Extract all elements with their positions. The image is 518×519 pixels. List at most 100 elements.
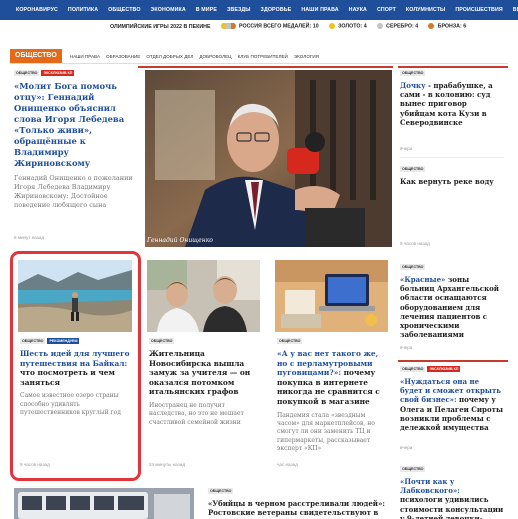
shopping-article-time: час назад	[277, 462, 298, 467]
olympics-bar[interactable]: ОЛИМПИЙСКИЕ ИГРЫ 2022 В ПЕКИНЕ РОССИЯ ВС…	[0, 20, 518, 33]
section-subnav-item[interactable]: ЭКОЛОГИЯ	[294, 54, 319, 59]
novosib-article-lead: Иностранец не получит наследства, но это…	[149, 401, 244, 426]
medals-gold: ЗОЛОТО: 4	[328, 23, 367, 30]
onishchenko-photo-image	[145, 70, 392, 247]
section-divider	[10, 63, 508, 64]
bronze-label: БРОНЗА:	[437, 23, 462, 30]
article-r1[interactable]: ОБЩЕСТВО Дочку - прабабушке, а сами - в …	[400, 70, 504, 158]
section-subnav-item[interactable]: ОБРАЗОВАНИЕ	[106, 54, 140, 59]
top-nav-item[interactable]: ЭКОНОМИКА	[151, 7, 186, 13]
shopping-photo-image	[275, 260, 388, 332]
silver-label: СЕРЕБРО:	[386, 23, 414, 30]
bronze-medal-icon	[230, 23, 236, 30]
top-nav: КОРОНАВИРУС ПОЛИТИКА ОБЩЕСТВО ЭКОНОМИКА В МИ…	[0, 0, 518, 20]
bus-photo-image	[14, 488, 194, 519]
r4-accent-line	[398, 360, 508, 362]
article-r5-title-highlight[interactable]: «Почти как у Лабковского»:	[400, 477, 460, 495]
section-subnav-item[interactable]: ДОБРОВОЛЕЦ	[199, 54, 231, 59]
highlight-frame	[10, 251, 141, 481]
total-count: 10	[312, 23, 319, 30]
tag-society[interactable]: ОБЩЕСТВО	[277, 338, 303, 344]
bronze-count: 6	[463, 23, 467, 30]
medals-bronze: БРОНЗА: 6	[428, 23, 467, 30]
top-nav-item[interactable]: ЗДОРОВЬЕ	[261, 7, 292, 13]
article-r4[interactable]: ОБЩЕСТВО ЭКСКЛЮЗИВ КП «Нуждаться она не …	[400, 366, 504, 456]
article-r5[interactable]: ОБЩЕСТВО «Почти как у Лабковского»: псих…	[400, 466, 504, 519]
medals-total: РОССИЯ ВСЕГО МЕДАЛЕЙ: 10	[220, 23, 319, 30]
shopping-photo[interactable]	[275, 260, 388, 332]
tag-society[interactable]: ОБЩЕСТВО	[149, 338, 175, 344]
article-r2[interactable]: ОБЩЕСТВО Как вернуть реке воду 9 часов н…	[400, 166, 504, 252]
shopping-article[interactable]: ОБЩЕСТВО «А у вас нет такого же, но с пе…	[277, 338, 388, 473]
top-nav-item[interactable]: ВЫБО	[513, 7, 518, 13]
silver-dot-icon	[376, 23, 383, 30]
silver-medal-icon	[225, 23, 231, 30]
article-r4-time: вчера	[400, 445, 413, 450]
gold-label: ЗОЛОТО:	[338, 23, 363, 30]
article-r3[interactable]: ОБЩЕСТВО «Красные» зоны больниц Архангел…	[400, 264, 504, 356]
top-nav-item[interactable]: ПРОИСШЕСТВИЯ	[455, 7, 502, 13]
section-subnav-item[interactable]: НАШИ ПРАВА	[70, 54, 100, 59]
novosib-photo[interactable]	[147, 260, 260, 332]
tag-society[interactable]: ОБЩЕСТВО	[400, 466, 426, 472]
shopping-article-lead: Пандемия стала «звездным часом» для марк…	[277, 411, 375, 453]
top-nav-item[interactable]: КОЛУМНИСТЫ	[406, 7, 445, 13]
gold-count: 4	[363, 23, 367, 30]
novosib-photo-image	[147, 260, 260, 332]
bus-photo[interactable]	[14, 488, 194, 519]
article-r2-title[interactable]: Как вернуть реке воду	[400, 177, 504, 186]
section-badge[interactable]: ОБЩЕСТВО	[10, 49, 62, 63]
section-nav: ОБЩЕСТВО НАШИ ПРАВА ОБРАЗОВАНИЕ ОТДЕЛ ДОБР…	[10, 49, 508, 63]
section-subnav: НАШИ ПРАВА ОБРАЗОВАНИЕ ОТДЕЛ ДОБРЫХ ДЕЛ ДОБ…	[62, 54, 319, 59]
novosib-article-title[interactable]: Жительница Новосибирска вышла замуж за у…	[149, 349, 260, 397]
tag-society[interactable]: ОБЩЕСТВО	[400, 264, 426, 270]
bottom-mid-article[interactable]: ОБЩЕСТВО «Убийцы в черном расстреливали …	[208, 488, 390, 519]
main-article-photo[interactable]: Геннадий Онищенко	[145, 70, 392, 247]
article-r3-title-rest[interactable]: зоны больниц Архангельской области оснащ…	[400, 275, 499, 339]
section-accent-line	[138, 66, 393, 68]
main-article-time: 6 минут назад	[14, 235, 45, 240]
article-r3-title[interactable]: «Красные» зоны больниц Архангельской обл…	[400, 275, 504, 339]
olympics-title[interactable]: ОЛИМПИЙСКИЕ ИГРЫ 2022 В ПЕКИНЕ	[110, 24, 211, 30]
top-nav-item[interactable]: В МИРЕ	[196, 7, 217, 13]
article-r5-title-rest[interactable]: психологи удивились стоимости консультац…	[400, 495, 503, 519]
section-subnav-item[interactable]: КЛУБ ПОТРЕБИТЕЛЕЙ	[238, 54, 288, 59]
tag-society[interactable]: ОБЩЕСТВО	[400, 70, 426, 76]
top-nav-item[interactable]: НАШИ ПРАВА	[301, 7, 338, 13]
section-subnav-item[interactable]: ОТДЕЛ ДОБРЫХ ДЕЛ	[146, 54, 193, 59]
section-accent-line-right	[398, 66, 508, 68]
tag-society[interactable]: ОБЩЕСТВО	[208, 488, 234, 494]
tag-exclusive[interactable]: ЭКСКЛЮЗИВ КП	[427, 366, 461, 372]
novosib-article[interactable]: ОБЩЕСТВО Жительница Новосибирска вышла з…	[149, 338, 260, 473]
article-r2-time: 9 часов назад	[400, 241, 430, 246]
silver-count: 4	[415, 23, 419, 30]
medals-silver: СЕРЕБРО: 4	[376, 23, 419, 30]
article-r3-title-highlight[interactable]: «Красные»	[400, 275, 445, 284]
top-nav-item[interactable]: КОРОНАВИРУС	[16, 7, 58, 13]
top-nav-item[interactable]: СПОРТ	[377, 7, 396, 13]
tag-exclusive[interactable]: ЭКСКЛЮЗИВ КП	[41, 70, 75, 76]
total-label: РОССИЯ ВСЕГО МЕДАЛЕЙ:	[239, 23, 312, 30]
article-r4-title[interactable]: «Нуждаться она не будет и сможет открыть…	[400, 377, 504, 432]
top-nav-item[interactable]: НАУКА	[349, 7, 367, 13]
article-r1-title[interactable]: Дочку - прабабушке, а сами - в колонию: …	[400, 81, 504, 127]
main-article-lead: Геннадий Онищенко о пожелании Игоря Лебе…	[14, 174, 133, 209]
article-r1-time: вчера	[400, 146, 413, 151]
shopping-article-title[interactable]: «А у вас нет такого же, но с перламутров…	[277, 349, 388, 407]
novosib-article-time: 24 минуты назад	[149, 462, 186, 467]
top-nav-item[interactable]: ПОЛИТИКА	[68, 7, 98, 13]
article-r5-title[interactable]: «Почти как у Лабковского»: психологи уди…	[400, 477, 504, 519]
top-nav-item[interactable]: ЗВЕЗДЫ	[227, 7, 251, 13]
tag-society[interactable]: ОБЩЕСТВО	[400, 366, 426, 372]
article-r3-time: вчера	[400, 345, 413, 350]
bronze-dot-icon	[428, 23, 435, 30]
bottom-mid-title[interactable]: «Убийцы в черном расстреливали людей»: Р…	[208, 499, 390, 519]
gold-dot-icon	[328, 23, 335, 30]
main-article[interactable]: ОБЩЕСТВО ЭКСКЛЮЗИВ КП «Молит Бога помочь…	[14, 70, 134, 246]
main-article-title[interactable]: «Молит Бога помочь отцу»: Геннадий Онище…	[14, 81, 134, 169]
photo-caption: Геннадий Онищенко	[147, 237, 213, 244]
tag-society[interactable]: ОБЩЕСТВО	[400, 166, 426, 172]
article-r1-title-highlight[interactable]: Дочку	[400, 81, 426, 90]
top-nav-item[interactable]: ОБЩЕСТВО	[108, 7, 140, 13]
tag-society[interactable]: ОБЩЕСТВО	[14, 70, 40, 76]
